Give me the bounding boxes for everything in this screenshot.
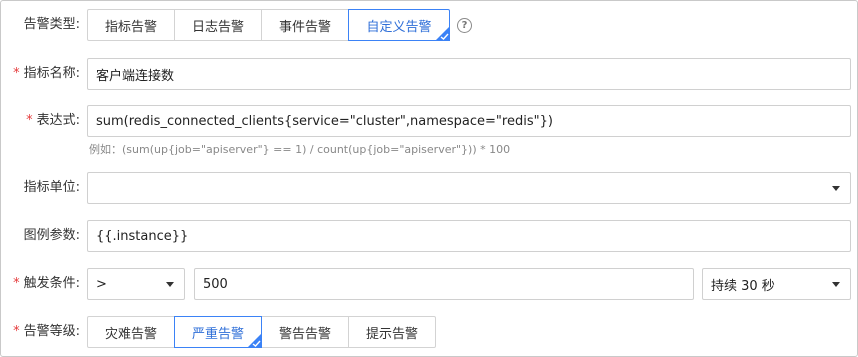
alert-type-option-metric[interactable]: 指标告警: [87, 9, 175, 41]
chevron-down-icon: [832, 186, 840, 191]
legend-input[interactable]: {{.instance}}: [87, 220, 851, 252]
selected-check-icon: [435, 26, 450, 41]
severity-label: * 告警等级:: [13, 324, 80, 339]
trigger-operator-select[interactable]: >: [87, 268, 185, 300]
alert-rule-form: 告警类型: 指标告警 日志告警 事件告警 自定义告警 ? * 指标名称: 客户端连…: [0, 0, 858, 357]
severity-option-critical[interactable]: 严重告警: [174, 316, 262, 348]
alert-type-segmented: 指标告警 日志告警 事件告警 自定义告警: [87, 9, 450, 41]
severity-option-warning[interactable]: 警告告警: [261, 316, 349, 348]
alert-type-option-event[interactable]: 事件告警: [261, 9, 349, 41]
metric-unit-label: 指标单位:: [23, 180, 80, 195]
metric-name-input[interactable]: 客户端连接数: [87, 58, 851, 90]
severity-segmented: 灾难告警 严重告警 警告告警 提示告警: [87, 316, 436, 348]
alert-type-option-custom[interactable]: 自定义告警: [348, 9, 450, 41]
help-icon[interactable]: ?: [457, 18, 472, 33]
metric-unit-select[interactable]: [87, 172, 851, 204]
metric-name-label: * 指标名称:: [13, 66, 80, 81]
trigger-duration-select[interactable]: 持续 30 秒: [702, 268, 851, 300]
alert-type-label: 告警类型:: [23, 17, 80, 32]
alert-type-option-log[interactable]: 日志告警: [174, 9, 262, 41]
severity-option-disaster[interactable]: 灾难告警: [87, 316, 175, 348]
trigger-threshold-input[interactable]: 500: [194, 268, 694, 300]
chevron-down-icon: [166, 282, 174, 287]
trigger-label: * 触发条件:: [13, 276, 80, 291]
legend-label: 图例参数:: [23, 228, 80, 243]
selected-check-icon: [247, 333, 262, 348]
expression-example-hint: 例如：(sum(up{job="apiserver"} == 1) / coun…: [89, 143, 511, 156]
severity-option-info[interactable]: 提示告警: [348, 316, 436, 348]
chevron-down-icon: [832, 282, 840, 287]
expression-input[interactable]: sum(redis_connected_clients{service="clu…: [87, 105, 851, 137]
expression-label: * 表达式:: [26, 113, 80, 128]
